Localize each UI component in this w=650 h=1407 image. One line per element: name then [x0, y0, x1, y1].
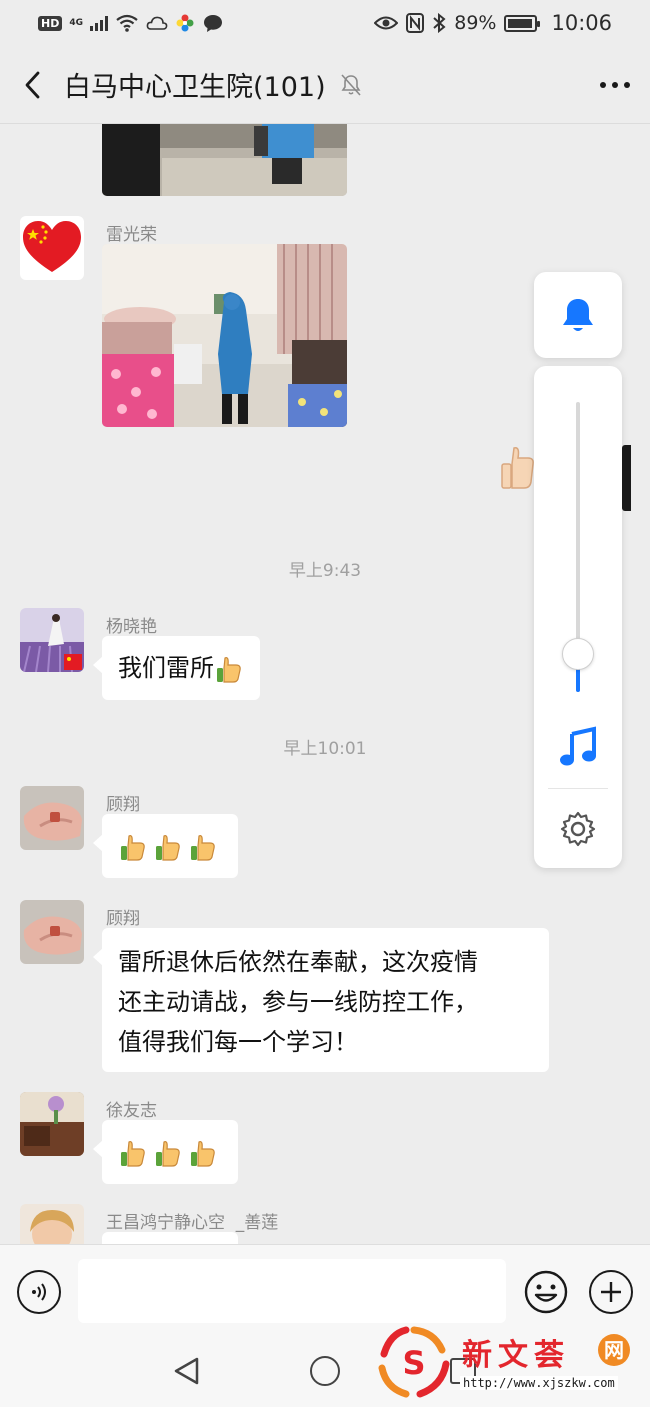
bell-icon [563, 299, 593, 331]
chat-title: 白马中心卫生院(101) [64, 72, 326, 103]
hands-avatar-image [20, 786, 84, 850]
music-note-icon[interactable] [558, 726, 598, 768]
emoji-button[interactable] [524, 1270, 568, 1314]
edge-handle[interactable] [622, 445, 631, 511]
sender-name: 雷光荣 [106, 225, 157, 245]
message-bubble[interactable] [93, 1120, 238, 1184]
thumbs-up-emoji-icon [156, 1141, 180, 1167]
ringer-mode-button[interactable] [534, 272, 622, 358]
network-type: 4G [69, 17, 83, 28]
message-bubble[interactable] [93, 814, 238, 878]
more-dot [612, 81, 618, 88]
sender-name: 徐友志 [106, 1101, 157, 1121]
message-text: 我们雷所 [118, 654, 214, 682]
sender-name: 杨晓艳 [106, 617, 157, 637]
svg-text:S: S [402, 1344, 425, 1382]
thumbs-up-emoji-icon [121, 835, 145, 861]
photo-image [102, 124, 347, 196]
room-avatar-image [20, 1092, 84, 1156]
chevron-left-icon [25, 71, 40, 98]
battery-percent: 89% [454, 12, 497, 34]
more-button[interactable] [580, 46, 650, 124]
avatar-leiguangrong[interactable] [20, 216, 84, 280]
volume-slider-handle[interactable] [562, 638, 594, 670]
lavender-field-avatar-image [20, 608, 84, 672]
hd-icon: HD [38, 15, 63, 31]
chat-notification-icon [204, 15, 222, 32]
back-button[interactable] [0, 46, 64, 124]
message-input[interactable] [78, 1259, 506, 1323]
avatar-xuyouzhi[interactable] [20, 1092, 84, 1156]
message-bubble[interactable]: 我们雷所 [93, 636, 260, 700]
flower-app-icon [176, 14, 194, 32]
status-left: HD 4G [38, 13, 224, 33]
system-back-button[interactable] [172, 1356, 200, 1386]
message-line: 还主动请战，参与一线防控工作， [118, 988, 478, 1016]
more-dot [600, 81, 606, 88]
sender-name: 王昌鸿宁静心空 _善莲 [106, 1213, 279, 1233]
gear-icon[interactable] [559, 810, 597, 848]
avatar-yangxiaoyan[interactable] [20, 608, 84, 672]
status-bar: HD 4G 89% 10:06 [0, 0, 650, 46]
clock: 10:06 [551, 11, 612, 35]
more-dot [624, 81, 630, 88]
thumbs-up-icon [501, 446, 534, 489]
thumbs-up-emoji-icon [191, 1141, 215, 1167]
thumbs-up-emoji-icon [217, 657, 241, 683]
watermark-badge: 网 [598, 1334, 630, 1366]
child-avatar-image [20, 1204, 84, 1244]
thumbs-up-sticker[interactable] [500, 444, 536, 494]
wifi-icon [116, 14, 138, 32]
bluetooth-icon [433, 13, 446, 33]
plus-icon [601, 1282, 621, 1302]
message-bubble[interactable] [102, 1232, 238, 1244]
avatar-wangchanghong[interactable] [20, 1204, 84, 1244]
voice-icon [32, 1283, 46, 1301]
sender-name: 顾翔 [106, 795, 140, 815]
mute-bell-icon [341, 73, 361, 96]
message-line: 值得我们每一个学习！ [118, 1028, 358, 1056]
watermark-logo-icon: S [378, 1326, 450, 1398]
photo-medical-worker-image [102, 244, 347, 427]
message-photo[interactable] [102, 244, 347, 427]
thumbs-up-emoji-icon [156, 835, 180, 861]
previous-photo[interactable] [102, 124, 347, 196]
avatar-guxiang[interactable] [20, 786, 84, 850]
battery-icon [504, 14, 541, 32]
message-bubble[interactable]: 雷所退休后依然在奉献，这次疫情 还主动请战，参与一线防控工作， 值得我们每一个学… [93, 928, 549, 1072]
watermark-title: 新文荟 [462, 1338, 570, 1373]
system-home-button[interactable] [310, 1356, 340, 1386]
sender-name: 顾翔 [106, 909, 140, 929]
cloud-icon [146, 16, 168, 30]
status-right: 89% 10:06 [374, 11, 612, 35]
heart-flag-avatar-image [23, 221, 81, 272]
voice-input-button[interactable] [17, 1270, 61, 1314]
nfc-icon [406, 13, 425, 33]
thumbs-up-emoji-icon [191, 835, 215, 861]
avatar-guxiang[interactable] [20, 900, 84, 964]
watermark-url: http://www.xjszkw.com [460, 1376, 618, 1390]
site-watermark: S 新文荟 网 http://www.xjszkw.com [376, 1322, 646, 1402]
thumbs-up-emoji-icon [121, 1141, 145, 1167]
message-line: 雷所退休后依然在奉献，这次疫情 [118, 948, 478, 976]
hands-avatar-image [20, 900, 84, 964]
chat-header: 白马中心卫生院(101) [0, 46, 650, 124]
eye-comfort-icon [374, 16, 399, 30]
more-functions-button[interactable] [589, 1270, 633, 1314]
volume-panel [534, 366, 622, 868]
signal-icon [90, 15, 108, 31]
divider [548, 788, 608, 789]
